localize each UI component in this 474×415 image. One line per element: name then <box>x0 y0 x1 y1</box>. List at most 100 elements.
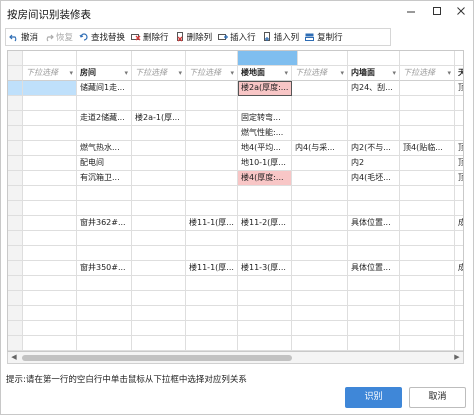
cancel-button[interactable]: 取消 <box>409 387 466 408</box>
table-cell[interactable] <box>132 96 186 111</box>
table-cell[interactable] <box>23 246 77 261</box>
chevron-down-icon[interactable]: ▾ <box>340 66 344 80</box>
table-cell[interactable] <box>400 246 455 261</box>
table-cell[interactable] <box>23 216 77 231</box>
table-cell[interactable] <box>132 216 186 231</box>
table-cell[interactable] <box>400 186 455 201</box>
table-cell[interactable] <box>186 126 238 141</box>
table-cell[interactable] <box>132 171 186 186</box>
table-cell[interactable] <box>23 261 77 276</box>
table-cell[interactable] <box>77 186 132 201</box>
table-cell[interactable]: 固定转弯... <box>238 111 292 126</box>
table-cell[interactable] <box>400 201 455 216</box>
row-header[interactable] <box>8 111 23 126</box>
table-cell[interactable]: 走道2储藏... <box>77 111 132 126</box>
table-cell[interactable] <box>132 231 186 246</box>
table-cell[interactable] <box>23 186 77 201</box>
row-header[interactable] <box>8 81 23 96</box>
table-cell[interactable] <box>23 231 77 246</box>
table-cell[interactable] <box>186 246 238 261</box>
horizontal-scrollbar[interactable]: ◀ ▶ <box>7 352 464 364</box>
table-cell[interactable] <box>400 156 455 171</box>
column-header[interactable]: 楼地面 ▾ <box>238 66 292 81</box>
column-mapping-dropdown[interactable]: 下拉选择 ▾ <box>292 66 348 81</box>
redo-button[interactable]: 恢复 <box>41 29 76 45</box>
table-cell[interactable] <box>132 246 186 261</box>
table-cell[interactable] <box>292 81 348 96</box>
table-cell[interactable]: 成品 <box>455 261 463 276</box>
table-cell[interactable] <box>186 201 238 216</box>
delete-row-button[interactable]: 删除行 <box>128 29 172 45</box>
table-cell[interactable] <box>292 156 348 171</box>
chevron-down-icon[interactable]: ▾ <box>392 66 396 80</box>
column-mapping-dropdown[interactable]: 下拉选择 ▾ <box>132 66 186 81</box>
table-cell[interactable] <box>238 201 292 216</box>
table-cell[interactable] <box>186 111 238 126</box>
table-cell[interactable] <box>23 201 77 216</box>
table-cell[interactable] <box>400 81 455 96</box>
insert-col-button[interactable]: 插入列 <box>259 29 303 45</box>
table-cell[interactable] <box>23 141 77 156</box>
table-cell[interactable] <box>348 111 400 126</box>
chevron-down-icon[interactable]: ▾ <box>124 66 128 80</box>
table-cell[interactable]: 有沉箱卫... <box>77 171 132 186</box>
table-cell[interactable] <box>77 246 132 261</box>
table-cell[interactable] <box>186 156 238 171</box>
table-cell[interactable] <box>348 96 400 111</box>
table-cell[interactable]: 楼11-1(厚... <box>186 216 238 231</box>
table-cell[interactable] <box>292 201 348 216</box>
column-mapping-dropdown[interactable]: 下拉选择 ▾ <box>23 66 77 81</box>
table-cell[interactable] <box>23 171 77 186</box>
table-cell[interactable] <box>292 186 348 201</box>
table-cell[interactable] <box>292 96 348 111</box>
table-cell[interactable]: 顶2 <box>455 141 463 156</box>
table-cell[interactable] <box>400 171 455 186</box>
table-cell[interactable] <box>348 126 400 141</box>
chevron-down-icon[interactable]: ▾ <box>284 66 288 80</box>
table-cell[interactable] <box>292 111 348 126</box>
close-button[interactable] <box>449 1 473 25</box>
chevron-down-icon[interactable]: ▾ <box>447 66 451 80</box>
row-header[interactable] <box>8 186 23 201</box>
table-cell[interactable] <box>455 186 463 201</box>
table-cell[interactable] <box>132 156 186 171</box>
chevron-down-icon[interactable]: ▾ <box>230 66 234 80</box>
table-cell[interactable] <box>77 126 132 141</box>
table-cell[interactable]: 成品 <box>455 216 463 231</box>
table-cell[interactable]: 具体位置... <box>348 216 400 231</box>
table-cell[interactable] <box>23 111 77 126</box>
scroll-right-icon[interactable]: ▶ <box>451 352 463 363</box>
table-cell[interactable] <box>455 111 463 126</box>
table-cell[interactable] <box>400 216 455 231</box>
delete-col-button[interactable]: 删除列 <box>172 29 216 45</box>
table-cell[interactable]: 配电间 <box>77 156 132 171</box>
table-cell[interactable] <box>186 81 238 96</box>
table-cell[interactable] <box>455 201 463 216</box>
table-cell[interactable]: 窗井350#... <box>77 261 132 276</box>
chevron-down-icon[interactable]: ▾ <box>178 66 182 80</box>
table-cell[interactable]: 燃气热水... <box>77 141 132 156</box>
find-replace-button[interactable]: 查找替换 <box>76 29 128 45</box>
table-cell[interactable] <box>132 126 186 141</box>
table-cell[interactable] <box>132 261 186 276</box>
table-cell[interactable] <box>186 141 238 156</box>
column-header[interactable]: 房间 ▾ <box>77 66 132 81</box>
row-header[interactable] <box>8 141 23 156</box>
table-cell[interactable] <box>455 126 463 141</box>
table-cell[interactable] <box>186 96 238 111</box>
table-cell[interactable] <box>292 126 348 141</box>
table-cell[interactable]: 楼11-1(厚... <box>186 261 238 276</box>
table-cell[interactable]: 内2(不与... <box>348 141 400 156</box>
scroll-left-icon[interactable]: ◀ <box>8 352 20 363</box>
table-cell[interactable]: 顶2 <box>455 171 463 186</box>
maximize-button[interactable] <box>425 1 449 25</box>
row-header[interactable] <box>8 246 23 261</box>
table-cell[interactable]: 窗井362#... <box>77 216 132 231</box>
table-cell[interactable]: 内2 <box>348 156 400 171</box>
table-cell[interactable] <box>292 261 348 276</box>
column-mapping-dropdown[interactable]: 下拉选择 ▾ <box>400 66 455 81</box>
table-cell[interactable] <box>400 96 455 111</box>
table-cell[interactable]: 顶2 <box>455 81 463 96</box>
table-cell[interactable] <box>77 96 132 111</box>
table-cell[interactable] <box>400 231 455 246</box>
